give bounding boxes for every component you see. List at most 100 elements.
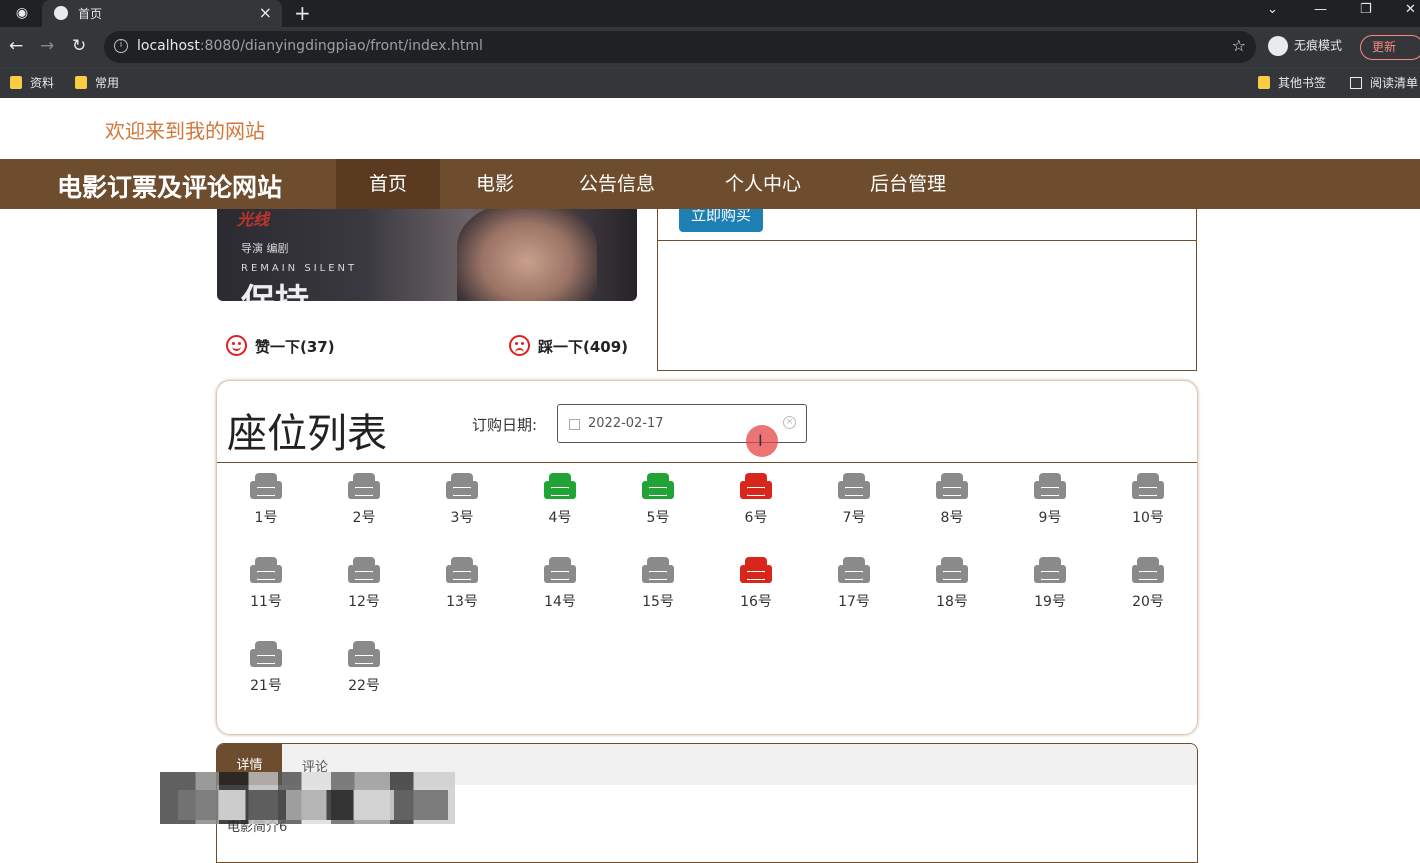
seat-number: 13号	[446, 594, 478, 610]
seat-number: 17号	[838, 594, 870, 610]
armchair-icon	[446, 557, 478, 583]
armchair-icon	[740, 557, 772, 583]
seat-number: 21号	[250, 678, 282, 694]
seat-available[interactable]: 20号	[1108, 557, 1188, 611]
poster-actor-image	[457, 202, 597, 301]
seat-number: 14号	[544, 594, 576, 610]
movie-info-panel: 立即购买	[657, 200, 1197, 371]
nav-user-center[interactable]: 个人中心	[702, 159, 824, 209]
folder-icon	[10, 76, 22, 89]
dislike-button[interactable]: 踩一下(409)	[509, 335, 628, 357]
tab-search-icon[interactable]: ◉	[6, 2, 38, 24]
armchair-icon	[1034, 473, 1066, 499]
pixelated-overlay	[178, 790, 448, 820]
poster-artwork-text: REMAIN SILENT	[241, 263, 358, 274]
incognito-icon	[1268, 36, 1288, 56]
browser-tab-strip: ◉ 首页 × + ⌄ — ❐ ✕	[0, 0, 1420, 27]
seat-number: 22号	[348, 678, 380, 694]
nav-notices[interactable]: 公告信息	[558, 159, 676, 209]
seat-available[interactable]: 19号	[1010, 557, 1090, 611]
seat-number: 19号	[1034, 594, 1066, 610]
seat-available[interactable]: 10号	[1108, 473, 1188, 527]
back-icon[interactable]: ←	[9, 36, 23, 56]
order-date-value[interactable]: 2022-02-17	[588, 416, 664, 431]
globe-icon	[54, 6, 68, 20]
seat-available[interactable]: 15号	[618, 557, 698, 611]
seat-available[interactable]: 3号	[422, 473, 502, 527]
bookmarks-bar: 资料 常用 其他书签 阅读清单	[0, 67, 1420, 98]
incognito-indicator[interactable]: 无痕模式	[1268, 36, 1342, 56]
armchair-icon	[740, 473, 772, 499]
seat-available[interactable]: 14号	[520, 557, 600, 611]
reading-list-icon	[1350, 77, 1362, 89]
armchair-icon	[348, 557, 380, 583]
nav-home[interactable]: 首页	[336, 159, 440, 209]
new-tab-icon[interactable]: +	[294, 1, 311, 25]
armchair-icon	[250, 557, 282, 583]
nav-movies[interactable]: 电影	[452, 159, 538, 209]
armchair-icon	[642, 473, 674, 499]
close-tab-icon[interactable]: ×	[259, 3, 272, 22]
seat-number: 11号	[250, 594, 282, 610]
window-close-icon[interactable]: ✕	[1405, 2, 1416, 17]
seat-sold[interactable]: 16号	[716, 557, 796, 611]
site-info-icon[interactable]: i	[114, 39, 128, 53]
poster-artwork-text: 导演 编剧	[241, 242, 289, 255]
seat-selected[interactable]: 5号	[618, 473, 698, 527]
seat-list-title: 座位列表	[227, 411, 387, 457]
address-bar[interactable]: i localhost:8080/dianyingdingpiao/front/…	[104, 31, 1256, 63]
seat-number: 20号	[1132, 594, 1164, 610]
reading-list[interactable]: 阅读清单	[1350, 74, 1418, 91]
armchair-icon	[936, 557, 968, 583]
tab-search-chevron-icon[interactable]: ⌄	[1267, 2, 1278, 17]
seat-available[interactable]: 13号	[422, 557, 502, 611]
bookmark-folder[interactable]: 常用	[75, 74, 119, 91]
seat-sold[interactable]: 6号	[716, 473, 796, 527]
divider	[658, 240, 1196, 241]
seat-available[interactable]: 12号	[324, 557, 404, 611]
seat-available[interactable]: 17号	[814, 557, 894, 611]
seat-available[interactable]: 8号	[912, 473, 992, 527]
url-text[interactable]: localhost:8080/dianyingdingpiao/front/in…	[137, 38, 483, 54]
seat-number: 18号	[936, 594, 968, 610]
seat-available[interactable]: 11号	[226, 557, 306, 611]
armchair-icon	[838, 557, 870, 583]
clear-date-icon[interactable]: ×	[783, 416, 796, 429]
movie-poster: 光线 导演 编剧 REMAIN SILENT 保持	[217, 202, 637, 301]
nav-admin[interactable]: 后台管理	[846, 159, 970, 209]
like-button[interactable]: 赞一下(37)	[226, 335, 335, 357]
welcome-text: 欢迎来到我的网站	[105, 119, 265, 143]
other-bookmarks[interactable]: 其他书签	[1258, 74, 1326, 91]
site-brand[interactable]: 电影订票及评论网站	[57, 168, 282, 204]
poster-artwork-text: 保持	[241, 274, 309, 301]
restore-icon[interactable]: ❐	[1360, 2, 1372, 17]
bookmark-folder[interactable]: 资料	[10, 74, 54, 91]
seat-available[interactable]: 9号	[1010, 473, 1090, 527]
bookmark-label: 其他书签	[1278, 76, 1327, 90]
poster-artwork-text: 光线	[237, 210, 270, 229]
seat-available[interactable]: 7号	[814, 473, 894, 527]
smile-icon	[226, 335, 247, 356]
minimize-icon[interactable]: —	[1314, 2, 1327, 17]
seat-number: 12号	[348, 594, 380, 610]
update-button[interactable]: 更新	[1360, 35, 1420, 60]
armchair-icon	[250, 473, 282, 499]
seat-number: 1号	[254, 510, 278, 526]
browser-tab[interactable]: 首页 ×	[42, 0, 282, 27]
seat-selected[interactable]: 4号	[520, 473, 600, 527]
tab-title: 首页	[78, 7, 103, 21]
armchair-icon	[642, 557, 674, 583]
seat-available[interactable]: 2号	[324, 473, 404, 527]
armchair-icon	[936, 473, 968, 499]
seat-number: 7号	[842, 510, 866, 526]
seat-available[interactable]: 22号	[324, 641, 404, 695]
forward-icon[interactable]: →	[40, 36, 54, 56]
reload-icon[interactable]: ↻	[72, 36, 86, 56]
bookmark-star-icon[interactable]: ☆	[1232, 36, 1246, 55]
frown-icon	[509, 335, 530, 356]
armchair-icon	[838, 473, 870, 499]
seat-available[interactable]: 1号	[226, 473, 306, 527]
divider	[217, 462, 1197, 463]
seat-available[interactable]: 18号	[912, 557, 992, 611]
seat-available[interactable]: 21号	[226, 641, 306, 695]
